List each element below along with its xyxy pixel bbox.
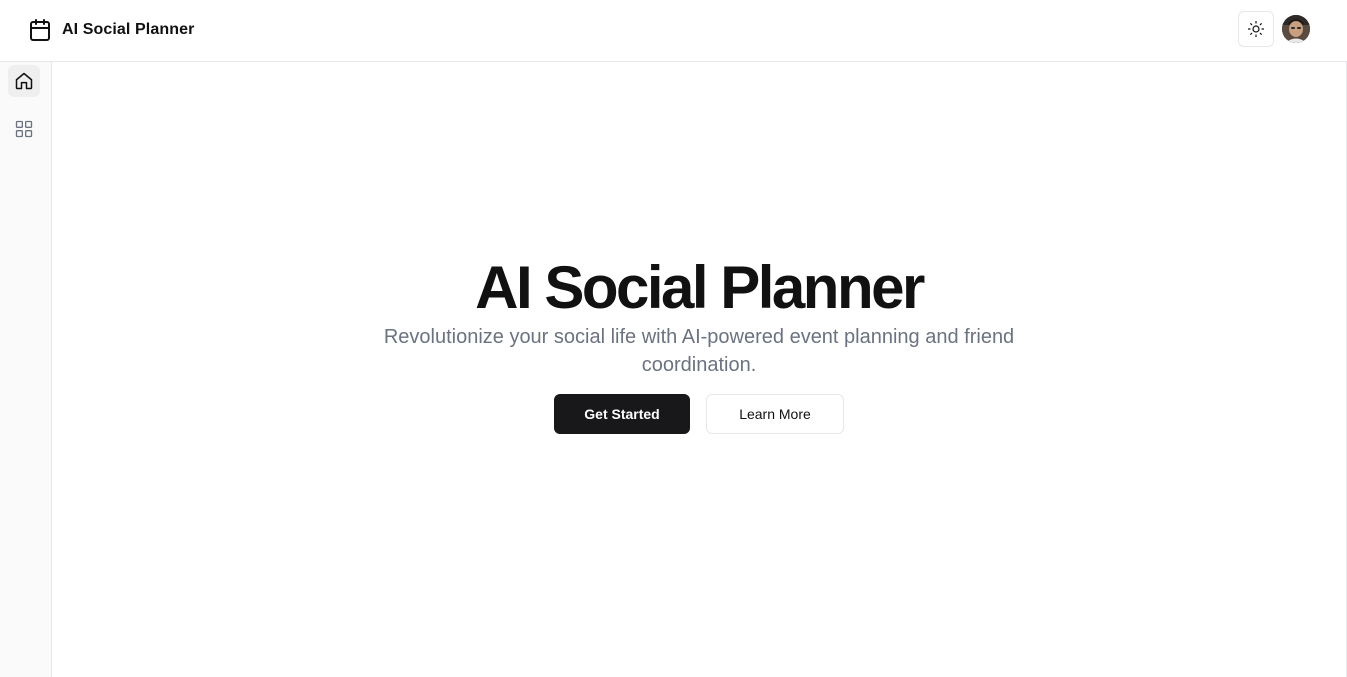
brand-link[interactable]: AI Social Planner bbox=[28, 16, 194, 44]
grid-icon bbox=[14, 119, 34, 139]
top-header: AI Social Planner bbox=[0, 0, 1347, 62]
brand-title: AI Social Planner bbox=[62, 21, 195, 38]
hero-section: AI Social Planner Revolutionize your soc… bbox=[52, 62, 1346, 677]
sidebar-item-dashboard[interactable] bbox=[8, 113, 40, 145]
sidebar-item-home[interactable] bbox=[8, 65, 40, 97]
hero-subtitle: Revolutionize your social life with AI-p… bbox=[383, 326, 1015, 376]
theme-toggle-button[interactable] bbox=[1238, 11, 1274, 47]
app-root: AI Social Planner AI Social Planner Revo… bbox=[0, 0, 1347, 677]
home-icon bbox=[14, 71, 34, 91]
calendar-icon bbox=[28, 18, 52, 42]
get-started-button[interactable]: Get Started bbox=[554, 394, 690, 434]
sidebar bbox=[0, 62, 52, 677]
hero-title: AI Social Planner bbox=[475, 254, 925, 321]
sun-icon bbox=[1247, 20, 1265, 38]
learn-more-button[interactable]: Learn More bbox=[706, 394, 844, 434]
avatar-image bbox=[1282, 15, 1310, 43]
user-avatar[interactable] bbox=[1282, 15, 1310, 43]
